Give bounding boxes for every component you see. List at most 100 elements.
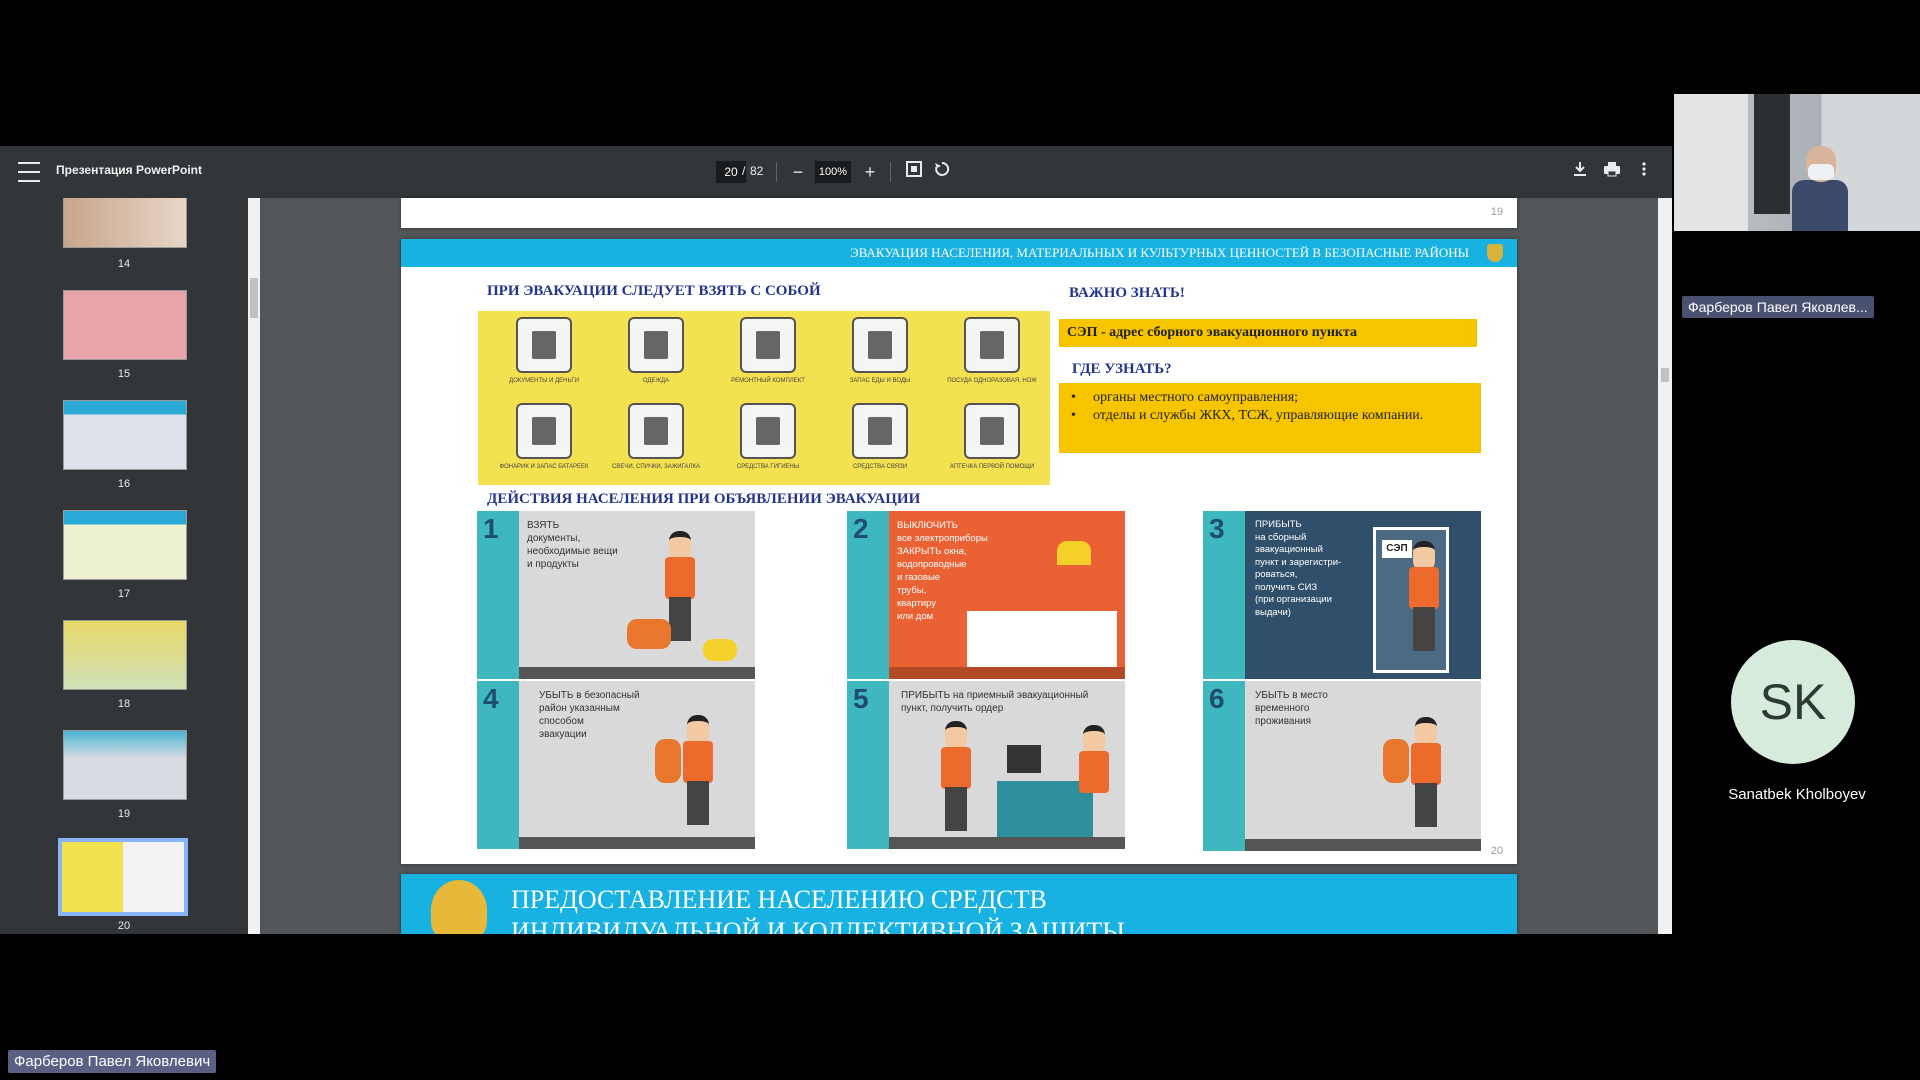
main-scrollbar[interactable] [1658,198,1672,934]
zoom-out-icon[interactable]: − [786,160,810,184]
step-text: ВЫКЛЮЧИТЬ все электроприборы ЗАКРЫТЬ окн… [897,520,988,622]
step-text: ПРИБЫТЬ на приемный эвакуационный пункт,… [901,690,1089,714]
pdf-viewer: Презентация PowerPoint 20 / 82 − 100% + … [0,146,1672,934]
first-aid-icon [964,403,1020,459]
zoom-in-icon[interactable]: + [858,160,882,184]
clothes-icon [628,317,684,373]
toolbar-divider [890,162,891,182]
kitchen-illustration [967,611,1117,671]
scissors-icon [740,317,796,373]
page-total: 82 [750,164,764,178]
lamp-icon [1057,541,1091,565]
step-number: 6 [1209,683,1225,714]
scrollbar-thumb[interactable] [1661,368,1669,382]
item-hygiene: СРЕДСТВА ГИГИЕНЫ [716,401,816,481]
item-clothes: ОДЕЖДА [604,315,704,395]
step-number: 5 [853,683,869,714]
items-panel: ДОКУМЕНТЫ И ДЕНЬГИ ОДЕЖДА РЕМОНТНЫЙ КОМП… [478,311,1050,485]
next-page-title: ПРЕДОСТАВЛЕНИЕ НАСЕЛЕНИЮ СРЕДСТВ ИНДИВИД… [511,885,1125,934]
thumbnail-number: 17 [117,588,131,600]
item-dishes: ПОСУДА ОДНОРАЗОВАЯ, НОЖ [940,315,1040,395]
print-icon[interactable] [1600,160,1624,184]
item-first-aid: АПТЕЧКА ПЕРВОЙ ПОМОЩИ [940,401,1040,481]
thumbnail-18[interactable] [63,620,187,690]
person-illustration [1405,541,1445,651]
avatar-name: Sanatbek Kholboyev [1728,786,1866,803]
step-panel-3: 3 ПРИБЫТЬ на сборный эвакуационный пункт… [1203,511,1481,679]
thumbnail-number: 19 [117,808,131,820]
item-repair-kit: РЕМОНТНЫЙ КОМПЛЕКТ [716,315,816,395]
food-icon [852,317,908,373]
person-illustration [679,715,719,825]
item-documents: ДОКУМЕНТЫ И ДЕНЬГИ [492,315,592,395]
where-heading: ГДЕ УЗНАТЬ? [1072,361,1172,377]
take-heading: ПРИ ЭВАКУАЦИИ СЛЕДУЕТ ВЗЯТЬ С СОБОЙ [487,283,821,299]
more-icon[interactable] [1632,160,1656,184]
thumbnail-16[interactable] [63,400,187,470]
step-text: ВЗЯТЬ документы, необходимые вещи и прод… [527,520,618,570]
participant-person [1792,146,1848,231]
thumbnail-19[interactable] [63,730,187,800]
sidebar-scrollbar[interactable] [248,198,260,934]
person-illustration [937,721,977,831]
thumbnail-14[interactable] [63,198,187,248]
fit-page-icon[interactable] [902,160,926,184]
plate-icon [964,317,1020,373]
zoom-level-input[interactable]: 100% [815,161,851,183]
step-number: 2 [853,513,869,544]
avatar: SK [1731,640,1855,764]
page-19: 19 [401,198,1517,228]
bag-icon [703,639,737,661]
page-separator: / [742,164,746,178]
scrollbar-thumb[interactable] [250,278,258,318]
actions-heading: ДЕЙСТВИЯ НАСЕЛЕНИЯ ПРИ ОБЪЯВЛЕНИИ ЭВАКУА… [487,491,921,507]
thumbnail-15[interactable] [63,290,187,360]
menu-icon[interactable] [18,162,40,182]
rotate-icon[interactable] [930,160,954,184]
thumbnail-20[interactable] [58,838,188,916]
emblem-icon [431,880,487,934]
thumbnail-number: 20 [117,920,131,932]
monitor-icon [1007,745,1041,773]
step-number: 3 [1209,513,1225,544]
slide-banner: ЭВАКУАЦИЯ НАСЕЛЕНИЯ, МАТЕРИАЛЬНЫХ И КУЛЬ… [401,239,1517,267]
phone-icon [852,403,908,459]
item-candles: СВЕЧИ, СПИЧКИ, ЗАЖИГАЛКА [604,401,704,481]
item-communication: СРЕДСТВА СВЯЗИ [828,401,928,481]
person-illustration [1407,717,1447,827]
hygiene-icon [740,403,796,459]
emblem-icon [1487,244,1503,262]
viewer-toolbar: Презентация PowerPoint 20 / 82 − 100% + [0,146,1672,198]
thumbnail-number: 14 [117,258,131,270]
thumbnail-sidebar: 14 15 16 17 18 19 20 [0,198,248,934]
know-heading: ВАЖНО ЗНАТЬ! [1069,285,1185,301]
step-panel-1: 1 ВЗЯТЬ документы, необходимые вещи и пр… [477,511,755,679]
backpack-icon [627,619,671,649]
step-panel-2: 2 ВЫКЛЮЧИТЬ все электроприборы ЗАКРЫТЬ о… [847,511,1125,679]
where-item: органы местного самоуправления; [1069,389,1471,407]
flashlight-icon [516,403,572,459]
step-text: УБЫТЬ в место временного проживания [1255,690,1328,727]
step-number: 4 [483,683,499,714]
participant-name-badge: Фарберов Павел Яковлев... [1682,296,1874,318]
where-list: органы местного самоуправления; отделы и… [1059,383,1481,453]
page-number: 20 [1490,845,1503,857]
step-panel-5: 5 ПРИБЫТЬ на приемный эвакуационный пунк… [847,681,1125,849]
download-icon[interactable] [1568,160,1592,184]
presenter-name-badge: Фарберов Павел Яковлевич [8,1050,217,1073]
page-21: ПРЕДОСТАВЛЕНИЕ НАСЕЛЕНИЮ СРЕДСТВ ИНДИВИД… [401,874,1517,934]
sep-definition: СЭП - адрес сборного эвакуационного пунк… [1059,319,1477,347]
backpack-icon [655,739,681,783]
step-panel-4: 4 УБЫТЬ в безопасный район указанным спо… [477,681,755,849]
thumbnail-number: 16 [117,478,131,490]
where-item: отделы и службы ЖКХ, ТСЖ, управляющие ко… [1069,407,1471,425]
item-food-water: ЗАПАС ЕДЫ И ВОДЫ [828,315,928,395]
step-number: 1 [483,513,499,544]
thumbnail-number: 18 [117,698,131,710]
participant-video[interactable] [1674,94,1920,231]
thumbnail-17[interactable] [63,510,187,580]
step-panel-6: 6 УБЫТЬ в место временного проживания [1203,681,1481,851]
page-20: ЭВАКУАЦИЯ НАСЕЛЕНИЯ, МАТЕРИАЛЬНЫХ И КУЛЬ… [401,239,1517,864]
backpack-icon [1383,739,1409,783]
candles-icon [628,403,684,459]
